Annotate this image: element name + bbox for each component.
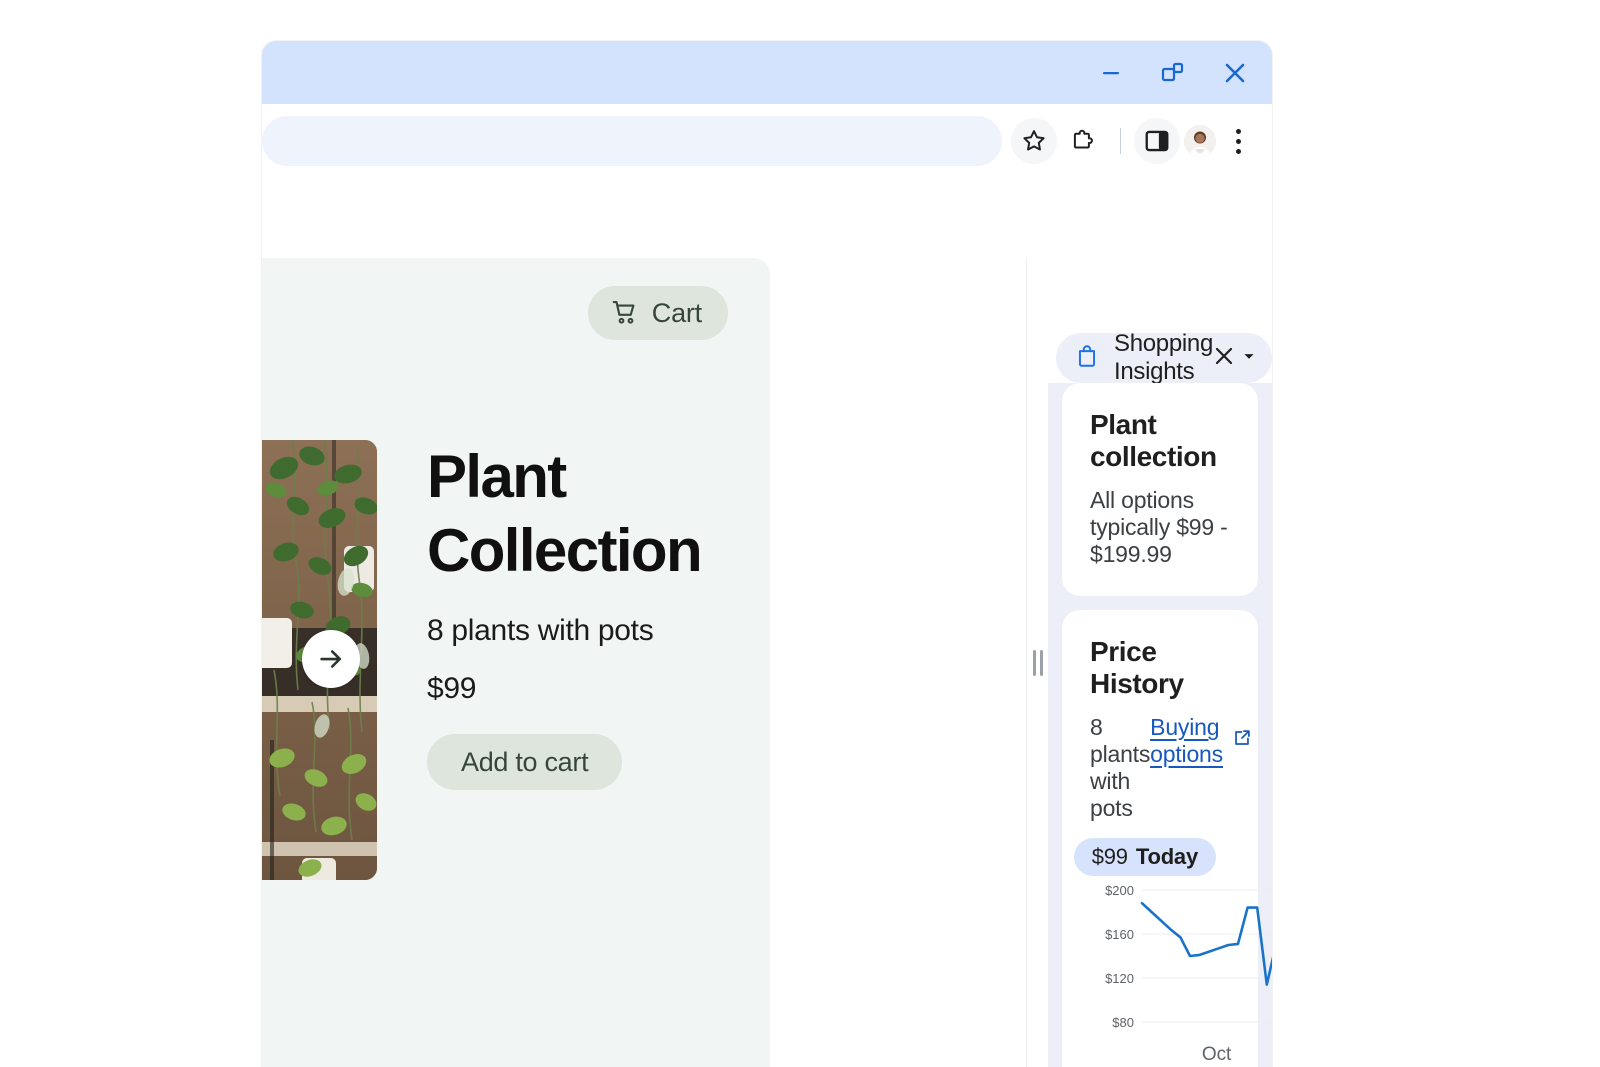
price-history-subtitle: 8 plants with pots: [1090, 714, 1151, 821]
screenshot-root: Cart Plant Collection 8 plants with pots…: [0, 0, 1600, 1067]
window-controls: [1096, 41, 1250, 104]
product-section: Plant Collection 8 plants with pots $99 A…: [262, 440, 770, 880]
side-panel-close-button[interactable]: [1206, 340, 1242, 376]
price-history-subrow: 8 plants with pots Buying options: [1090, 714, 1250, 822]
side-panel-content: Plant collection All options typically $…: [1048, 383, 1272, 1067]
side-panel-header: Shopping Insights: [1048, 258, 1272, 385]
summary-card-subtitle: All options typically $99 - $199.99: [1090, 487, 1228, 567]
side-panel-resize-handle[interactable]: [1026, 258, 1049, 1067]
web-page: Cart Plant Collection 8 plants with pots…: [262, 258, 770, 1067]
cart-button[interactable]: Cart: [587, 286, 728, 340]
product-title-line2: Collection: [427, 517, 703, 584]
today-pill-row: $99 Today: [1073, 838, 1230, 876]
browser-window: Cart Plant Collection 8 plants with pots…: [262, 41, 1272, 1067]
chart-x-axis-labels: OctNovDec: [1090, 1044, 1232, 1067]
svg-text:$200: $200: [1105, 883, 1134, 898]
toolbar-actions: [1011, 104, 1256, 178]
product-price: $99: [427, 672, 477, 705]
arrow-right-icon: [316, 644, 346, 674]
buying-options-link[interactable]: Buying options: [1150, 714, 1253, 768]
shopping-cart-icon: [610, 297, 640, 330]
browser-toolbar: [262, 104, 1272, 178]
product-details: Plant Collection 8 plants with pots $99 A…: [427, 440, 703, 880]
summary-card-title: Plant collection: [1090, 409, 1217, 472]
svg-text:$120: $120: [1105, 971, 1134, 986]
browser-title-bar: [262, 41, 1272, 104]
svg-text:$160: $160: [1105, 927, 1134, 942]
close-button[interactable]: [1220, 58, 1250, 88]
product-summary-card: Plant collection All options typically $…: [1062, 383, 1258, 596]
price-history-chart: $200 $160 $120 $80: [1090, 882, 1272, 1042]
kebab-menu-icon[interactable]: [1220, 118, 1256, 164]
today-price-value: $99: [1091, 844, 1128, 869]
close-icon: [1212, 344, 1236, 373]
product-title-line1: Plant: [427, 443, 567, 510]
browser-content: Cart Plant Collection 8 plants with pots…: [262, 178, 1272, 1067]
price-history-card: Price History 8 plants with pots Buying …: [1062, 610, 1272, 1067]
cart-button-label: Cart: [651, 297, 702, 328]
product-subtitle: 8 plants with pots: [427, 614, 654, 647]
open-in-new-icon: [1231, 727, 1253, 755]
shopping-bag-icon: [1074, 343, 1100, 374]
restore-button[interactable]: [1158, 58, 1188, 88]
address-bar[interactable]: [262, 116, 1002, 166]
bookmark-star-icon[interactable]: [1011, 118, 1057, 164]
product-title: Plant Collection: [427, 440, 703, 588]
chart-x-label: Oct: [1201, 1044, 1232, 1065]
side-panel-icon[interactable]: [1134, 118, 1180, 164]
product-image: [262, 440, 377, 880]
svg-text:$80: $80: [1112, 1015, 1134, 1030]
extensions-puzzle-icon[interactable]: [1061, 118, 1107, 164]
shopping-side-panel: Shopping Insights Plant collection All o…: [1026, 258, 1272, 1067]
carousel-next-button[interactable]: [302, 630, 360, 688]
minimize-button[interactable]: [1096, 58, 1126, 88]
resize-grip-icon: [1031, 649, 1045, 676]
today-price-badge: $99 Today: [1073, 838, 1216, 876]
avatar[interactable]: [1184, 125, 1216, 157]
price-history-title: Price History: [1090, 636, 1184, 699]
add-to-cart-button[interactable]: Add to cart: [427, 734, 623, 790]
toolbar-divider: [1120, 128, 1121, 154]
buying-options-label: Buying options: [1150, 714, 1223, 767]
today-label: Today: [1135, 844, 1198, 869]
